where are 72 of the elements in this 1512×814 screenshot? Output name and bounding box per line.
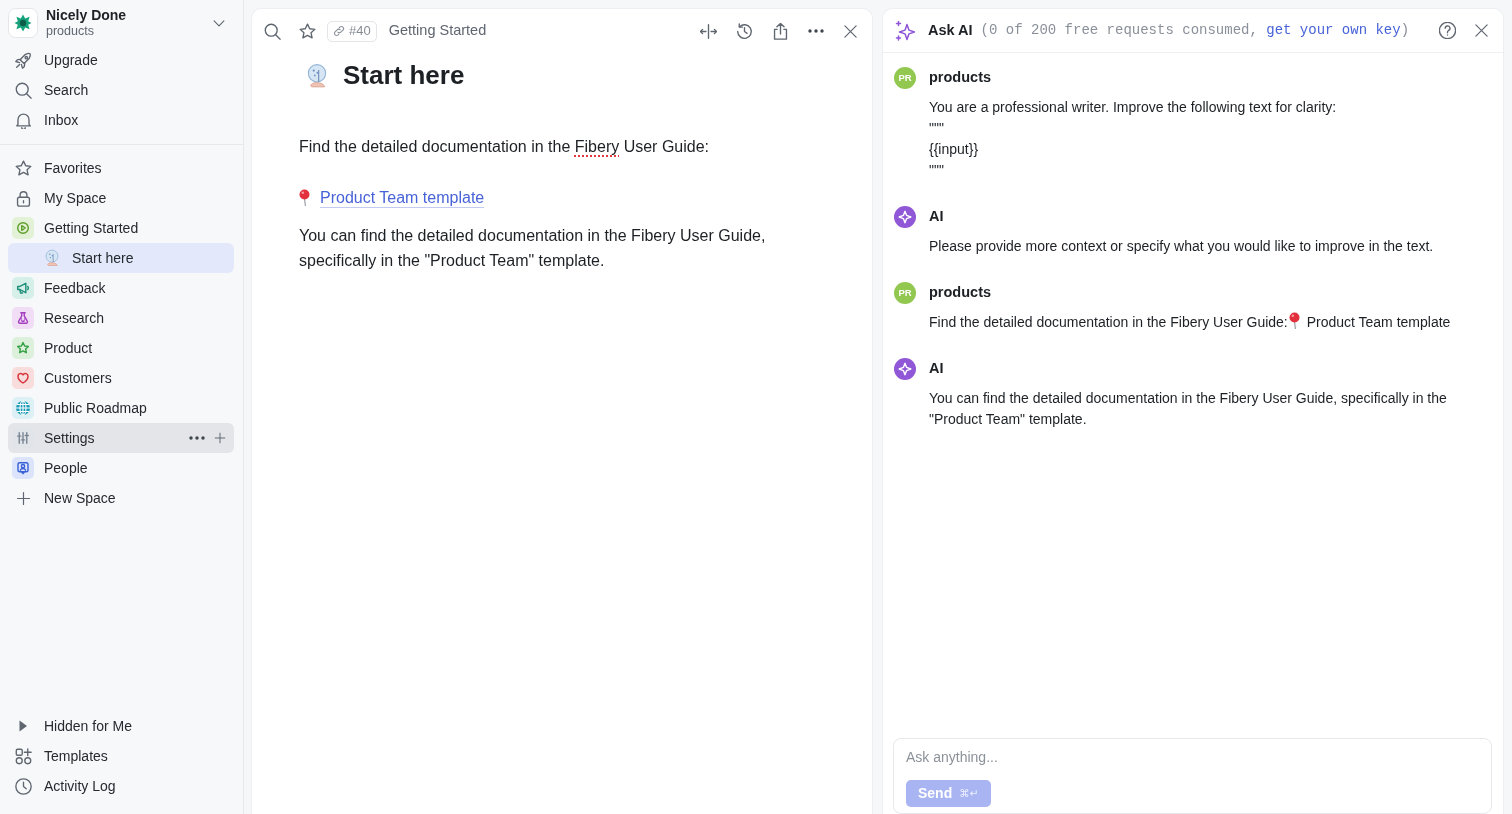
sidebar-item[interactable]: Hidden for Me <box>8 711 234 741</box>
templates-icon <box>14 747 32 765</box>
search-icon[interactable] <box>264 22 281 40</box>
author-name: products <box>929 283 992 303</box>
user-avatar: PR <box>894 282 916 304</box>
paragraph: You can find the detailed documentation in the Fibery User Guide, specifically in the "Product Team" template. <box>299 226 767 271</box>
template-link[interactable]: Product Team template <box>320 185 485 210</box>
lock-icon <box>14 189 32 207</box>
caret-icon[interactable] <box>18 720 28 732</box>
copy-link-button[interactable]: #40 <box>327 20 377 42</box>
user-avatar: PR <box>894 67 916 89</box>
logo-icon[interactable] <box>8 8 38 38</box>
sidebar-item[interactable]: People <box>8 453 234 483</box>
link-icon <box>333 25 345 37</box>
crystal-ball-icon <box>43 249 61 267</box>
bell-icon <box>14 111 32 129</box>
sidebar-item[interactable]: Research <box>8 303 234 333</box>
paragraph: Find the detailed documentation in the Fibery User Guide: <box>299 137 710 157</box>
star-icon <box>14 159 32 177</box>
message-text: You are a professional writer. Improve the following text for clarity: """ {{input}} """ <box>929 98 1338 180</box>
author-name: products <box>929 68 992 88</box>
sidebar-item[interactable]: Public Roadmap <box>8 393 234 423</box>
author-name: AI <box>929 207 944 227</box>
get-key-link[interactable]: get your own key <box>1266 22 1401 38</box>
message-text: Find the detailed documentation in the Fibery User Guide: Product Team template <box>929 312 1452 332</box>
sidebar-item[interactable]: Start here <box>8 243 234 273</box>
sidebar-item[interactable]: Feedback <box>8 273 234 303</box>
clock-icon <box>14 777 32 795</box>
message-input[interactable]: Ask anything... <box>906 746 1479 768</box>
sidebar-item[interactable]: Getting Started <box>8 213 234 243</box>
breadcrumb-link[interactable]: Getting Started <box>388 20 487 42</box>
star-icon[interactable] <box>299 22 316 40</box>
sidebar-item[interactable]: Inbox <box>8 105 234 135</box>
sidebar-item[interactable]: Upgrade <box>8 45 234 75</box>
history-icon[interactable] <box>736 22 753 40</box>
sparkle-icon <box>895 20 915 41</box>
author-name: AI <box>929 359 944 379</box>
close-icon[interactable] <box>843 23 858 39</box>
message-text: You can find the detailed documentation in the Fibery User Guide, specifically in the "Product Team" template. <box>929 389 1448 429</box>
search-icon <box>14 81 32 99</box>
close-icon[interactable] <box>1474 23 1489 38</box>
more-icon[interactable] <box>808 29 824 33</box>
sidebar-item[interactable]: New Space <box>8 483 234 513</box>
person-badge-icon <box>12 457 34 479</box>
document-title: Start here <box>343 60 465 92</box>
pin-icon <box>299 189 310 206</box>
help-icon[interactable] <box>1439 22 1456 39</box>
rocket-icon <box>14 51 32 69</box>
flask-icon <box>12 307 34 329</box>
sidebar-item[interactable]: Product <box>8 333 234 363</box>
sidebar-item[interactable]: Favorites <box>8 153 234 183</box>
sidebar-item[interactable]: Customers <box>8 363 234 393</box>
workspace-name: Nicely Done <box>46 7 127 24</box>
ai-avatar-icon <box>894 206 916 228</box>
sidebar-item[interactable]: Templates <box>8 741 234 771</box>
sidebar-item[interactable]: My Space <box>8 183 234 213</box>
plus-icon[interactable] <box>214 432 226 444</box>
split-view-icon[interactable] <box>700 22 717 40</box>
sidebar-item[interactable]: Activity Log <box>8 771 234 801</box>
panel-title: Ask AI <box>928 20 973 40</box>
globe-icon <box>12 397 34 419</box>
share-icon[interactable] <box>772 22 789 40</box>
sidebar-item[interactable]: Settings <box>8 423 234 453</box>
message-text: Please provide more context or specify what you would like to improve in the text. <box>929 237 1435 256</box>
more-icon[interactable] <box>189 436 205 440</box>
ai-avatar-icon <box>894 358 916 380</box>
sidebar-item[interactable]: Search <box>8 75 234 105</box>
pin-icon <box>1288 312 1300 329</box>
plus-icon <box>15 490 31 506</box>
workspace-subtitle: products <box>46 23 95 39</box>
usage-note: (0 of 200 free requests consumed, get your own key) <box>980 21 1410 40</box>
megaphone-icon <box>12 277 34 299</box>
